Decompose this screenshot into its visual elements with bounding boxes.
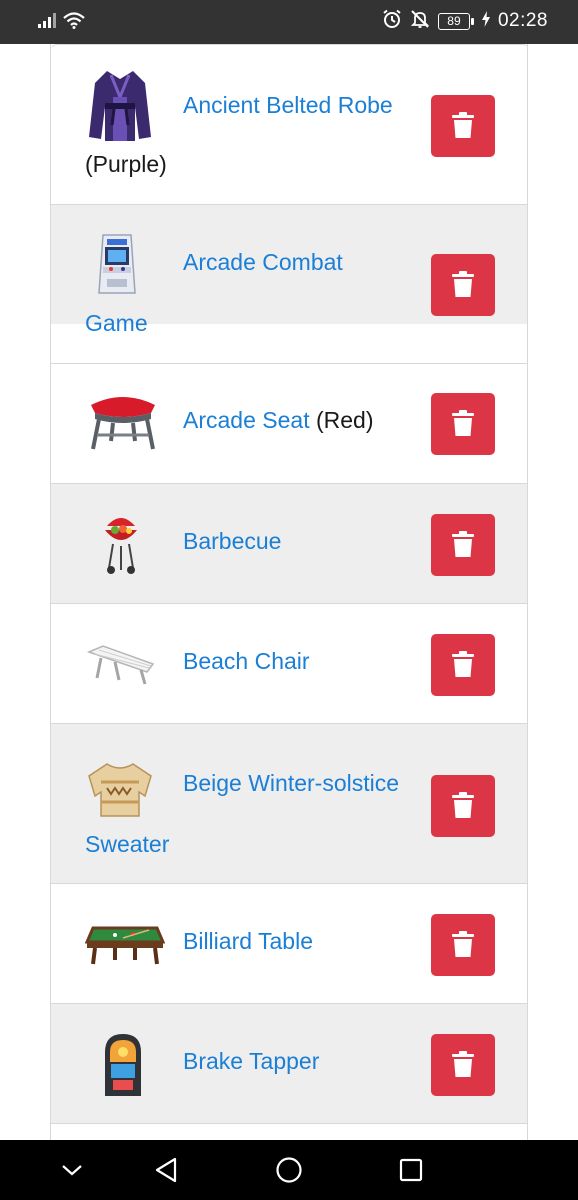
recents-icon[interactable] — [395, 1154, 427, 1186]
status-bar: 89 02:28 — [0, 0, 578, 44]
list-item: Billiard Table — [51, 883, 527, 1003]
alarm-icon — [382, 9, 402, 34]
item-label: Barbecue — [183, 526, 281, 556]
item-variant: (Purple) — [85, 149, 167, 179]
item-name-link[interactable]: Barbecue — [183, 528, 281, 554]
collapse-chevron-icon[interactable] — [56, 1154, 88, 1186]
stool-icon — [85, 389, 161, 459]
item-name-link[interactable]: Brake Tapper — [183, 1048, 319, 1074]
list-item: Arcade Combat Game — [51, 204, 527, 336]
item-label: Beige Winter-solstice — [183, 768, 399, 798]
item-list: Ancient Belted Robe (Purple) Arcade Comb… — [50, 44, 528, 1140]
list-item: Brake Tapper — [51, 1003, 527, 1123]
item-name-link[interactable]: Ancient Belted Robe — [183, 92, 393, 118]
list-item: Barbecue — [51, 483, 527, 603]
item-label: Ancient Belted Robe — [85, 45, 435, 120]
item-label-wrap: Game — [85, 308, 148, 338]
battery-tip — [470, 17, 474, 25]
item-name-link-wrap[interactable]: Sweater — [85, 831, 169, 857]
item-label: Billiard Table — [183, 926, 313, 956]
mute-bell-icon — [410, 9, 430, 34]
back-icon[interactable] — [150, 1154, 182, 1186]
trash-icon — [452, 1050, 474, 1080]
trash-icon — [452, 930, 474, 960]
beach-chair-icon — [85, 642, 157, 712]
status-time: 02:28 — [497, 10, 548, 31]
trash-icon — [452, 530, 474, 560]
status-right: 89 02:28 — [382, 8, 548, 34]
wifi-icon — [62, 11, 86, 34]
item-name-link-wrap[interactable]: Game — [85, 310, 148, 336]
delete-button[interactable] — [431, 1034, 495, 1096]
charging-icon — [481, 10, 490, 32]
delete-button[interactable] — [431, 775, 495, 837]
item-label-wrap: Sweater — [85, 829, 169, 859]
navigation-bar — [0, 1140, 578, 1200]
delete-button[interactable] — [431, 254, 495, 316]
sweater-icon — [85, 762, 155, 832]
delete-button[interactable] — [431, 914, 495, 976]
grill-icon — [101, 512, 141, 582]
list-item: Ancient Belted Robe (Purple) — [51, 44, 527, 177]
battery-level: 89 — [437, 12, 470, 30]
item-name-link[interactable]: Arcade Seat — [183, 407, 310, 433]
item-name-link[interactable]: Beach Chair — [183, 648, 310, 674]
delete-button[interactable] — [431, 514, 495, 576]
home-icon[interactable] — [273, 1154, 305, 1186]
list-item: Beige Winter-solstice Sweater — [51, 723, 527, 883]
item-name-link[interactable]: Beige Winter-solstice — [183, 770, 399, 796]
list-item — [51, 1123, 527, 1140]
billiard-table-icon — [84, 924, 166, 994]
item-label: Arcade Seat (Red) — [183, 405, 374, 435]
status-left — [38, 10, 86, 34]
arcade-cabinet-icon — [85, 231, 155, 301]
trash-icon — [452, 409, 474, 439]
delete-button[interactable] — [431, 393, 495, 455]
list-item: Arcade Seat (Red) — [51, 363, 527, 483]
item-name-link[interactable]: Billiard Table — [183, 928, 313, 954]
item-label: Beach Chair — [183, 646, 310, 676]
delete-button[interactable] — [431, 95, 495, 157]
trash-icon — [452, 791, 474, 821]
item-label: Brake Tapper — [183, 1046, 319, 1076]
signal-icon — [38, 12, 58, 33]
item-label-first-line: Ancient Belted Robe — [85, 45, 435, 120]
item-variant-text: (Purple) — [85, 151, 167, 177]
trash-icon — [452, 650, 474, 680]
delete-button[interactable] — [431, 634, 495, 696]
item-name-link[interactable]: Arcade Combat — [183, 249, 343, 275]
item-variant-text: (Red) — [315, 407, 374, 433]
trash-icon — [452, 111, 474, 141]
jukebox-icon — [101, 1032, 145, 1102]
item-label: Arcade Combat — [183, 247, 343, 277]
trash-icon — [452, 270, 474, 300]
list-item: Beach Chair — [51, 603, 527, 723]
battery-indicator: 89 — [437, 12, 474, 30]
